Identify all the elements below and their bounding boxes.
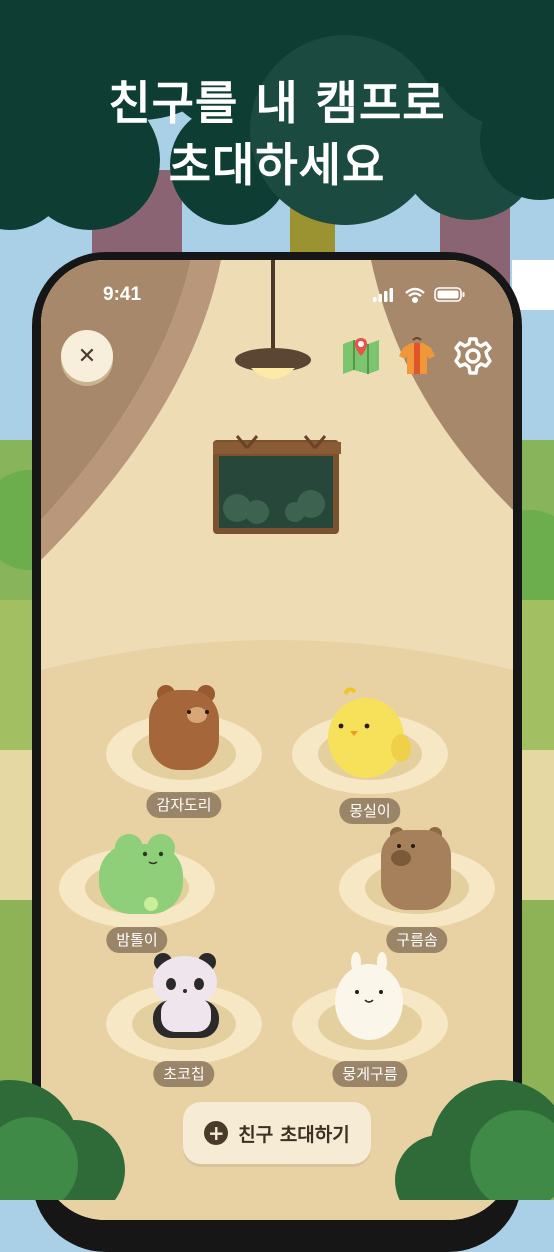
status-icons [373,286,469,308]
plus-icon: + [204,1121,229,1145]
battery-icon [434,287,465,302]
friend-label-3[interactable]: 밤톨이 [106,927,168,953]
signal-icon [373,288,393,302]
camp-scene [41,260,513,1220]
status-bar: 9:41 [41,282,513,308]
outfit-icon[interactable] [395,334,439,378]
status-time: 9:41 [103,284,142,305]
friend-label-4[interactable]: 구름솜 [386,927,448,953]
friend-label-6[interactable]: 뭉게구름 [332,1061,408,1087]
invite-friend-button[interactable]: + 친구 초대하기 [183,1102,371,1164]
headline-line-2: 초대하세요 [168,138,386,192]
friend-label-2[interactable]: 몽실이 [339,798,401,824]
close-button[interactable]: ✕ [61,330,113,382]
friend-label-5[interactable]: 초코칩 [153,1061,215,1087]
phone-screen: 9:41 ✕ 감자도리 몽실이 밤톨이 구름솜 초코칩 뭉게구름 + 친구 초대… [41,260,513,1220]
headline: 친구를 내 캠프로 초대하세요 [0,72,554,196]
headline-line-1: 친구를 내 캠프로 [108,76,446,130]
settings-icon[interactable] [451,334,495,378]
map-icon[interactable] [339,334,383,378]
wifi-icon [405,287,425,303]
friend-label-1[interactable]: 감자도리 [146,792,222,818]
invite-button-label: 친구 초대하기 [238,1123,350,1146]
close-icon: ✕ [77,343,97,369]
